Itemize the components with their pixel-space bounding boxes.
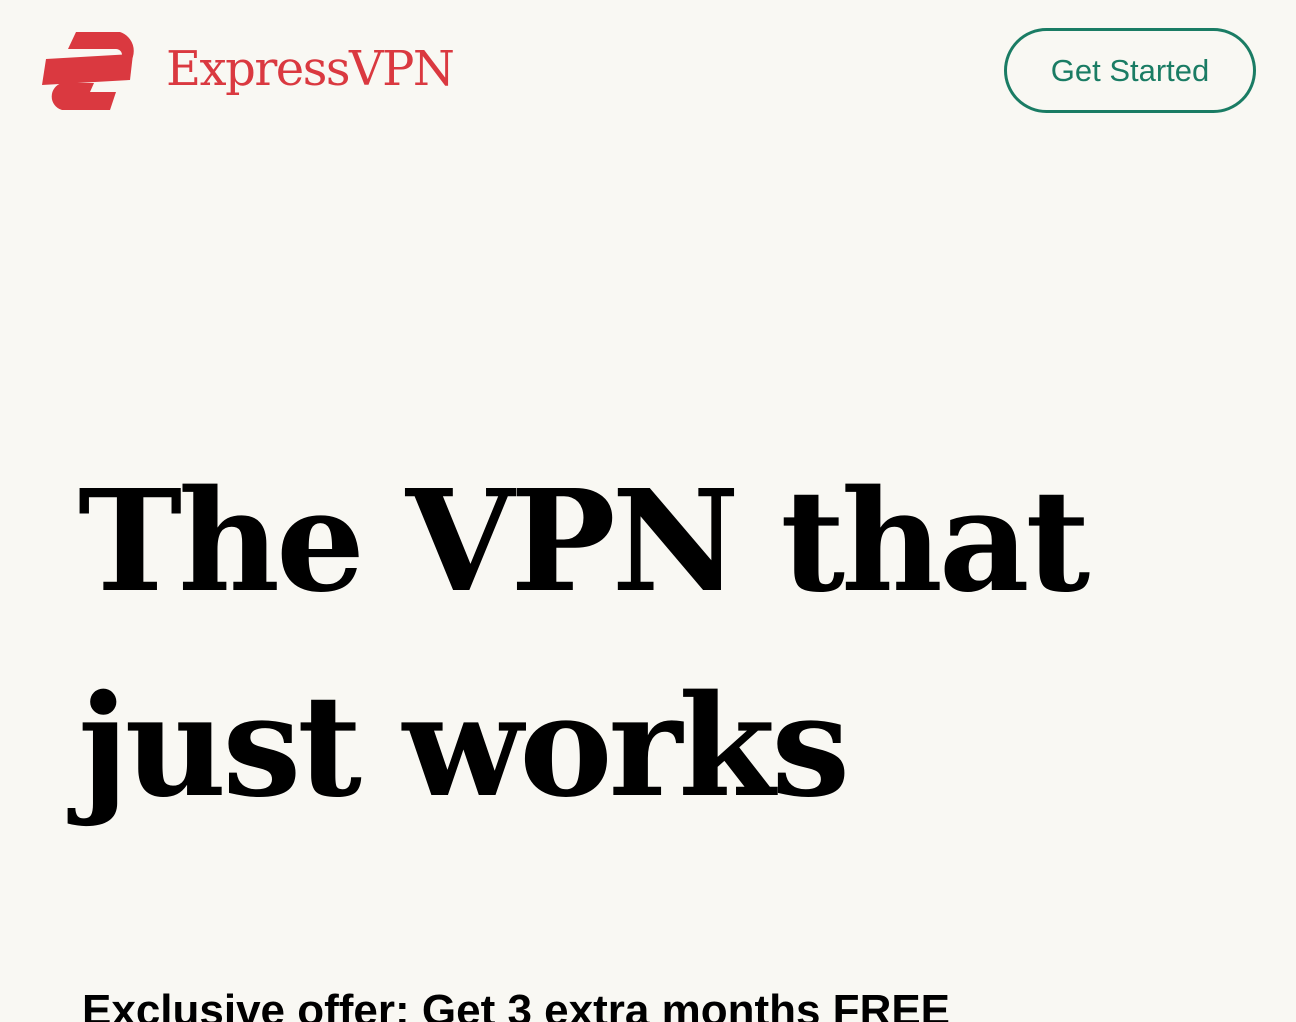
hero-title: The VPN that just works xyxy=(78,440,1198,850)
hero-title-line-1: The VPN that xyxy=(78,460,1090,624)
get-started-button[interactable]: Get Started xyxy=(1004,28,1256,113)
hero-title-line-2: just works xyxy=(78,665,850,829)
logo-middle-bar xyxy=(42,54,133,85)
site-header: ExpressVPN Get Started xyxy=(0,0,1296,140)
logo-bottom-bar xyxy=(51,83,116,110)
exclusive-offer-text: Exclusive offer: Get 3 extra months FREE xyxy=(82,986,951,1022)
expressvpn-logo-icon xyxy=(42,32,134,110)
landing-page: ExpressVPN Get Started The VPN that just… xyxy=(0,0,1296,1022)
logo-link[interactable]: ExpressVPN xyxy=(40,30,455,112)
brand-name: ExpressVPN xyxy=(166,41,455,97)
